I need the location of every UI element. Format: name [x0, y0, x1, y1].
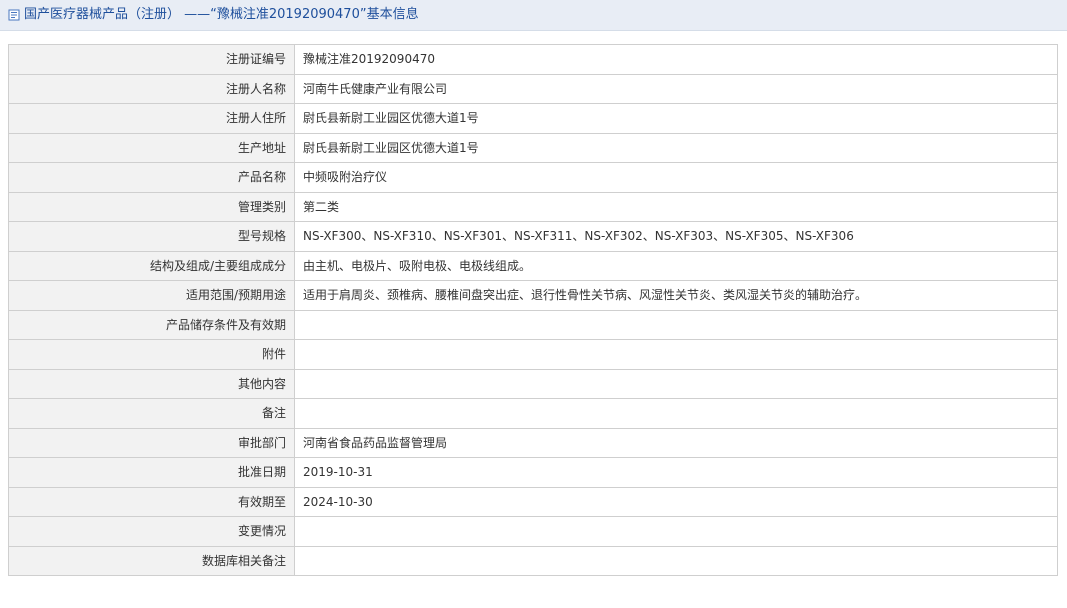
row-value: 适用于肩周炎、颈椎病、腰椎间盘突出症、退行性骨性关节病、风湿性关节炎、类风湿关节… [294, 280, 1058, 311]
row-value [294, 368, 1058, 399]
table-row: 注册证编号 豫械注准20192090470 [8, 44, 1058, 75]
table-row: 附件 [8, 339, 1058, 370]
row-value [294, 545, 1058, 576]
table-row: 适用范围/预期用途 适用于肩周炎、颈椎病、腰椎间盘突出症、退行性骨性关节病、风湿性… [8, 280, 1058, 311]
row-label: 注册证编号 [8, 44, 295, 75]
row-label: 注册人住所 [8, 103, 295, 134]
row-label: 结构及组成/主要组成成分 [8, 250, 295, 281]
row-value: 2024-10-30 [294, 486, 1058, 517]
row-label: 适用范围/预期用途 [8, 280, 295, 311]
table-row: 备注 [8, 398, 1058, 429]
info-table-container: 注册证编号 豫械注准20192090470 注册人名称 河南牛氏健康产业有限公司 注… [8, 44, 1058, 576]
table-row: 产品名称 中频吸附治疗仪 [8, 162, 1058, 193]
row-label: 注册人名称 [8, 73, 295, 104]
row-value: 第二类 [294, 191, 1058, 222]
row-value [294, 339, 1058, 370]
row-value: NS-XF300、NS-XF310、NS-XF301、NS-XF311、NS-X… [294, 221, 1058, 252]
row-label: 附件 [8, 339, 295, 370]
row-label: 管理类别 [8, 191, 295, 222]
row-label: 变更情况 [8, 516, 295, 547]
document-icon [8, 9, 20, 21]
row-label: 生产地址 [8, 132, 295, 163]
row-value: 豫械注准20192090470 [294, 44, 1058, 75]
table-row: 产品储存条件及有效期 [8, 309, 1058, 340]
page-header: 国产医疗器械产品（注册） ——“豫械注准20192090470”基本信息 [0, 0, 1067, 31]
row-label: 数据库相关备注 [8, 545, 295, 576]
table-row: 变更情况 [8, 516, 1058, 547]
table-row: 结构及组成/主要组成成分 由主机、电极片、吸附电极、电极线组成。 [8, 250, 1058, 281]
page-title: 国产医疗器械产品（注册） ——“豫械注准20192090470”基本信息 [24, 7, 419, 22]
table-row: 型号规格 NS-XF300、NS-XF310、NS-XF301、NS-XF311、… [8, 221, 1058, 252]
row-value: 尉氏县新尉工业园区优德大道1号 [294, 103, 1058, 134]
table-row: 管理类别 第二类 [8, 191, 1058, 222]
info-table: 注册证编号 豫械注准20192090470 注册人名称 河南牛氏健康产业有限公司 注… [8, 44, 1058, 576]
table-row: 批准日期 2019-10-31 [8, 457, 1058, 488]
row-value: 2019-10-31 [294, 457, 1058, 488]
row-value: 中频吸附治疗仪 [294, 162, 1058, 193]
table-row: 数据库相关备注 [8, 545, 1058, 576]
table-row: 审批部门 河南省食品药品监督管理局 [8, 427, 1058, 458]
table-row: 生产地址 尉氏县新尉工业园区优德大道1号 [8, 132, 1058, 163]
row-label: 产品名称 [8, 162, 295, 193]
info-table-body: 注册证编号 豫械注准20192090470 注册人名称 河南牛氏健康产业有限公司 注… [8, 44, 1058, 576]
row-label: 型号规格 [8, 221, 295, 252]
row-label: 批准日期 [8, 457, 295, 488]
row-label: 有效期至 [8, 486, 295, 517]
table-row: 注册人名称 河南牛氏健康产业有限公司 [8, 73, 1058, 104]
table-row: 注册人住所 尉氏县新尉工业园区优德大道1号 [8, 103, 1058, 134]
table-row: 有效期至 2024-10-30 [8, 486, 1058, 517]
row-value [294, 398, 1058, 429]
row-value: 河南省食品药品监督管理局 [294, 427, 1058, 458]
row-value [294, 309, 1058, 340]
row-label: 审批部门 [8, 427, 295, 458]
row-label: 备注 [8, 398, 295, 429]
row-value: 由主机、电极片、吸附电极、电极线组成。 [294, 250, 1058, 281]
row-label: 其他内容 [8, 368, 295, 399]
table-row: 其他内容 [8, 368, 1058, 399]
row-value: 河南牛氏健康产业有限公司 [294, 73, 1058, 104]
row-value: 尉氏县新尉工业园区优德大道1号 [294, 132, 1058, 163]
row-value [294, 516, 1058, 547]
row-label: 产品储存条件及有效期 [8, 309, 295, 340]
